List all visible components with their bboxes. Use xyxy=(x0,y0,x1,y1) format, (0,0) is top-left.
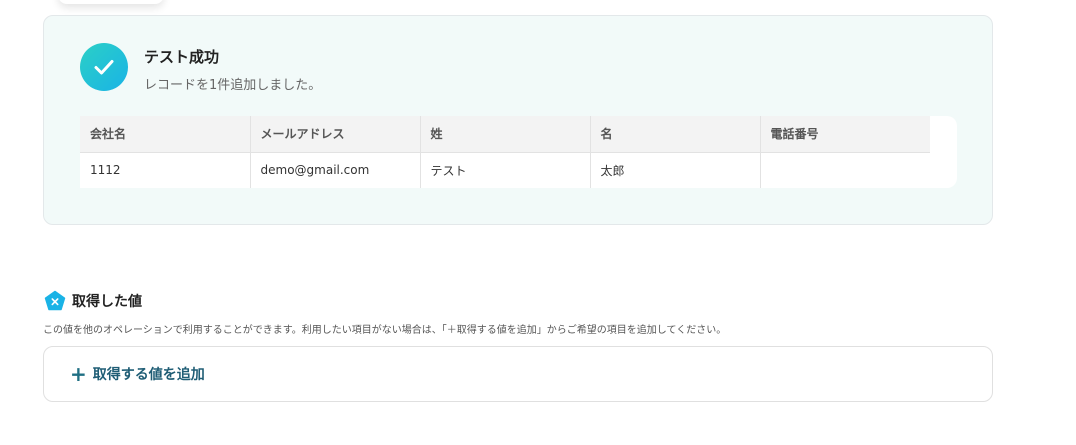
column-header: 名 xyxy=(590,116,761,153)
column-header: 電話番号 xyxy=(760,116,930,153)
add-value-label: 取得する値を追加 xyxy=(92,367,205,383)
table-cell xyxy=(760,152,930,188)
table-cell: テスト xyxy=(420,152,591,188)
table-cell: demo@gmail.com xyxy=(250,152,421,188)
acquired-values-description: この値を他のオペレーションで利用することができます。利用したい項目がない場合は、… xyxy=(43,325,727,336)
success-title: テスト成功 xyxy=(144,48,220,66)
column-header: メールアドレス xyxy=(250,116,421,153)
success-message: レコードを1件追加しました。 xyxy=(144,78,322,93)
plus-icon: + xyxy=(70,362,87,386)
add-value-card: + 取得する値を追加 xyxy=(43,346,993,402)
acquired-values-title: 取得した値 xyxy=(72,294,142,310)
table-cell: 太郎 xyxy=(590,152,761,188)
check-icon xyxy=(80,43,128,91)
table-cell: 1112 xyxy=(80,152,251,188)
pentagon-x-icon xyxy=(44,290,66,311)
table-row: 1112 demo@gmail.com テスト 太郎 xyxy=(80,152,930,188)
record-table-container: 会社名 メールアドレス 姓 名 電話番号 1112 demo@gmail.com… xyxy=(80,116,957,188)
record-table: 会社名 メールアドレス 姓 名 電話番号 1112 demo@gmail.com… xyxy=(80,116,930,188)
add-value-button[interactable]: + 取得する値を追加 xyxy=(70,364,205,384)
test-result-card: テスト成功 レコードを1件追加しました。 会社名 メールアドレス 姓 名 電話番… xyxy=(43,15,993,225)
table-header-row: 会社名 メールアドレス 姓 名 電話番号 xyxy=(80,116,930,153)
acquired-values-header: 取得した値 xyxy=(44,290,142,312)
column-header: 姓 xyxy=(420,116,591,153)
previous-card-edge xyxy=(58,0,164,4)
column-header: 会社名 xyxy=(80,116,251,153)
